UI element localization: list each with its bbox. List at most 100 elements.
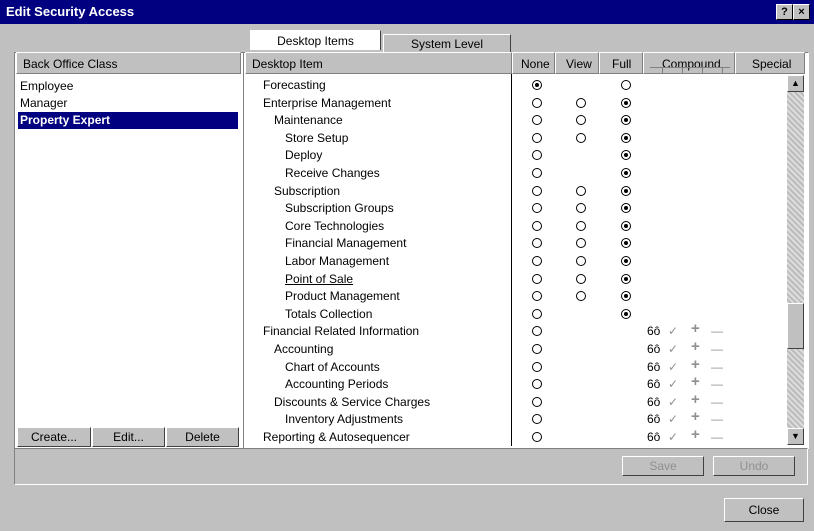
desktop-item-label: Discounts & Service Charges xyxy=(274,394,431,409)
desktop-item-label: Product Management xyxy=(285,289,400,304)
plus-icon[interactable]: + xyxy=(691,339,700,354)
none-radio[interactable] xyxy=(532,308,542,319)
view-radio[interactable] xyxy=(576,132,586,143)
plus-icon[interactable]: + xyxy=(691,357,700,372)
minus-icon[interactable]: — xyxy=(711,324,723,338)
check-icon[interactable]: ✓ xyxy=(668,324,678,338)
desktop-item-label: Maintenance xyxy=(274,113,343,128)
none-radio[interactable] xyxy=(532,168,542,178)
none-radio[interactable] xyxy=(532,97,542,108)
desktop-item-label: Receive Changes xyxy=(285,166,380,180)
none-radio[interactable] xyxy=(532,273,542,284)
full-radio[interactable] xyxy=(621,132,631,143)
plus-icon[interactable]: + xyxy=(691,321,700,336)
minus-icon[interactable]: — xyxy=(711,377,723,391)
none-radio[interactable] xyxy=(532,132,542,143)
desktop-item-label: Inventory Adjustments xyxy=(285,412,404,427)
minus-icon[interactable]: — xyxy=(711,360,723,374)
close-button[interactable]: Close xyxy=(724,498,804,522)
class-item-manager[interactable]: Manager xyxy=(18,95,246,112)
plus-icon[interactable]: + xyxy=(691,392,700,407)
glasses-icon[interactable]: 6ô xyxy=(647,360,660,374)
none-radio[interactable] xyxy=(532,238,542,249)
special-column-header: Special xyxy=(735,52,805,74)
none-radio[interactable] xyxy=(532,256,542,266)
none-radio[interactable] xyxy=(532,80,542,90)
full-radio[interactable] xyxy=(621,97,631,108)
none-radio[interactable] xyxy=(532,432,542,442)
edit-button[interactable]: Edit... xyxy=(92,427,165,447)
none-radio[interactable] xyxy=(532,361,542,372)
class-item-property-expert[interactable]: Property Expert xyxy=(18,112,238,129)
none-radio[interactable] xyxy=(532,326,542,337)
save-button[interactable]: Save xyxy=(622,456,704,476)
tab-system-level[interactable]: System Level xyxy=(383,34,511,52)
full-radio[interactable] xyxy=(621,308,631,319)
full-radio[interactable] xyxy=(621,185,631,196)
none-radio[interactable] xyxy=(532,414,542,425)
full-radio[interactable] xyxy=(621,220,631,231)
full-radio[interactable] xyxy=(621,80,631,90)
view-radio[interactable] xyxy=(576,256,586,266)
glasses-icon[interactable]: 6ô xyxy=(647,412,660,426)
class-item-employee[interactable]: Employee xyxy=(18,78,246,95)
undo-button[interactable]: Undo xyxy=(713,456,795,476)
close-window-button[interactable]: × xyxy=(793,4,810,20)
check-icon[interactable]: ✓ xyxy=(668,360,678,374)
glasses-icon[interactable]: 6ô xyxy=(647,342,660,356)
view-radio[interactable] xyxy=(576,291,586,302)
glasses-icon[interactable]: 6ô xyxy=(647,430,660,444)
none-radio[interactable] xyxy=(532,220,542,231)
scroll-up-button[interactable]: ▲ xyxy=(787,75,804,92)
view-radio[interactable] xyxy=(576,238,586,249)
full-radio[interactable] xyxy=(621,150,631,161)
full-radio[interactable] xyxy=(621,238,631,249)
view-radio[interactable] xyxy=(576,115,586,126)
help-button[interactable]: ? xyxy=(776,4,793,20)
compound-grip xyxy=(682,68,689,74)
view-radio[interactable] xyxy=(576,273,586,284)
plus-icon[interactable]: + xyxy=(691,409,700,424)
minus-icon[interactable]: — xyxy=(711,430,723,444)
view-radio[interactable] xyxy=(576,185,586,196)
desktop-item-header: Desktop Item xyxy=(245,52,512,74)
scroll-down-button[interactable]: ▼ xyxy=(787,428,804,445)
minus-icon[interactable]: — xyxy=(711,412,723,426)
check-icon[interactable]: ✓ xyxy=(668,377,678,391)
desktop-item-label: Financial Management xyxy=(285,236,407,251)
check-icon[interactable]: ✓ xyxy=(668,430,678,444)
minus-icon[interactable]: — xyxy=(711,395,723,409)
full-radio[interactable] xyxy=(621,256,631,266)
none-radio[interactable] xyxy=(532,379,542,390)
full-radio[interactable] xyxy=(621,203,631,214)
create-button[interactable]: Create... xyxy=(17,427,91,447)
check-icon[interactable]: ✓ xyxy=(668,395,678,409)
view-radio[interactable] xyxy=(576,203,586,214)
full-radio[interactable] xyxy=(621,273,631,284)
none-radio[interactable] xyxy=(532,115,542,126)
view-radio[interactable] xyxy=(576,220,586,231)
vertical-scrollbar[interactable] xyxy=(787,75,804,445)
delete-button[interactable]: Delete xyxy=(166,427,239,447)
tab-desktop-items[interactable]: Desktop Items xyxy=(250,30,381,50)
desktop-item-label: Totals Collection xyxy=(285,306,373,321)
none-radio[interactable] xyxy=(532,291,542,302)
none-radio[interactable] xyxy=(532,396,542,407)
glasses-icon[interactable]: 6ô xyxy=(647,324,660,338)
none-radio[interactable] xyxy=(532,203,542,214)
minus-icon[interactable]: — xyxy=(711,342,723,356)
glasses-icon[interactable]: 6ô xyxy=(647,377,660,391)
none-radio[interactable] xyxy=(532,150,542,161)
full-radio[interactable] xyxy=(621,115,631,126)
full-radio[interactable] xyxy=(621,168,631,178)
none-radio[interactable] xyxy=(532,344,542,354)
scroll-thumb[interactable] xyxy=(787,303,804,349)
view-radio[interactable] xyxy=(576,97,586,108)
none-radio[interactable] xyxy=(532,185,542,196)
plus-icon[interactable]: + xyxy=(691,374,700,389)
glasses-icon[interactable]: 6ô xyxy=(647,395,660,409)
full-radio[interactable] xyxy=(621,291,631,302)
check-icon[interactable]: ✓ xyxy=(668,412,678,426)
check-icon[interactable]: ✓ xyxy=(668,342,678,356)
plus-icon[interactable]: + xyxy=(691,427,700,442)
